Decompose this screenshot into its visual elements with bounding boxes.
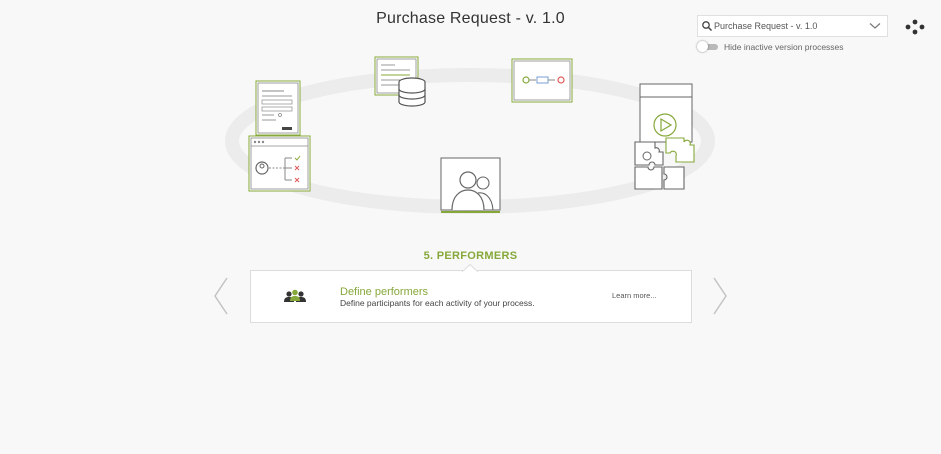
learn-more-link[interactable]: Learn more... xyxy=(612,291,657,300)
play-window-icon[interactable] xyxy=(639,83,693,143)
card-description: Define participants for each activity of… xyxy=(340,298,535,308)
form-document-icon[interactable] xyxy=(255,80,301,136)
performers-icon[interactable] xyxy=(440,157,501,213)
chevron-right-icon[interactable] xyxy=(711,276,729,316)
card-caret xyxy=(462,264,478,272)
card-title: Define performers xyxy=(340,286,429,298)
chevron-left-icon[interactable] xyxy=(212,276,230,316)
database-icon[interactable] xyxy=(374,56,426,107)
user-rules-icon[interactable] xyxy=(248,135,311,192)
process-cycle-illustration xyxy=(225,56,715,214)
section-heading: 5. PERFORMERS xyxy=(423,250,518,262)
group-users-icon xyxy=(284,289,306,302)
step-info-card: Define performers Define participants fo… xyxy=(250,270,692,323)
page: Purchase Request - v. 1.0 Purchase Reque… xyxy=(0,0,941,454)
process-flow-icon[interactable] xyxy=(511,58,573,103)
